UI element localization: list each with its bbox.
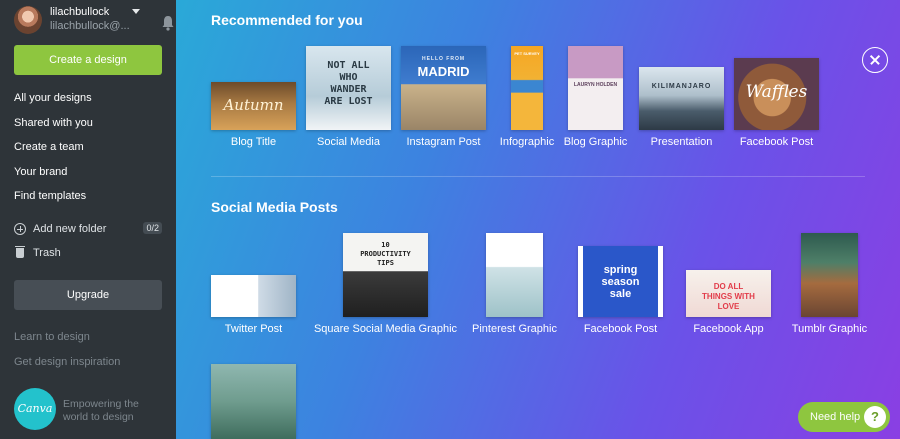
template-label: Pinterest Graphic	[472, 323, 557, 335]
bell-icon[interactable]	[161, 15, 175, 31]
account-email: lilachbullock@...	[50, 20, 130, 32]
thumbnail-text: Waffles	[745, 82, 808, 102]
template-thumbnail: NOT ALL WHO WANDER ARE LOST	[306, 46, 391, 130]
tagline: Empowering the world to design	[63, 398, 139, 423]
thumbnail-text: 10 PRODUCTIVITY TIPS	[360, 241, 411, 267]
trash-icon	[15, 246, 25, 258]
thumbnail-text: Autumn	[223, 96, 284, 114]
thumbnail-text: spring season sale	[601, 264, 640, 300]
sidebar-item-your-brand[interactable]: Your brand	[14, 162, 164, 187]
need-help-label: Need help	[810, 411, 861, 423]
add-folder-button[interactable]: Add new folder 0/2	[14, 222, 162, 238]
template-thumbnail: Waffles	[734, 58, 819, 130]
template-label: Social Media	[317, 136, 380, 148]
recommended-title: Recommended for you	[211, 12, 363, 28]
main-panel: Recommended for you Autumn Blog Title NO…	[176, 0, 900, 439]
template-thumbnail: KILIMANJARO	[639, 67, 724, 130]
template-thumbnail: HELLO FROM MADRID	[401, 46, 486, 130]
trash-label: Trash	[33, 247, 61, 259]
thumbnail-text: NOT ALL WHO WANDER ARE LOST	[324, 60, 373, 107]
learn-to-design-link[interactable]: Learn to design	[14, 331, 90, 343]
template-thumbnail: spring season sale	[578, 246, 663, 317]
template-label: Tumblr Graphic	[791, 323, 868, 335]
plus-circle-icon	[14, 223, 26, 235]
add-folder-label: Add new folder	[33, 223, 107, 235]
template-thumbnail	[486, 233, 543, 317]
canva-logo[interactable]: Canva	[14, 388, 56, 430]
create-design-button[interactable]: Create a design	[14, 45, 162, 75]
need-help-button[interactable]: Need help ?	[798, 402, 890, 432]
design-inspiration-link[interactable]: Get design inspiration	[14, 356, 120, 368]
account-name: lilachbullock	[50, 6, 110, 18]
brand-footer: Canva Empowering the world to design	[14, 388, 164, 430]
thumbnail-text: DO ALL THINGS WITH LOVE	[702, 282, 755, 311]
close-icon[interactable]	[862, 47, 888, 73]
social-media-posts-title: Social Media Posts	[211, 199, 338, 215]
sidebar-item-shared[interactable]: Shared with you	[14, 113, 164, 138]
question-icon: ?	[864, 406, 886, 428]
template-thumbnail: DO ALL THINGS WITH LOVE	[686, 270, 771, 317]
template-label: Facebook Post	[583, 323, 658, 335]
chevron-down-icon[interactable]	[132, 9, 140, 14]
sidebar-item-create-team[interactable]: Create a team	[14, 137, 164, 162]
template-label: Presentation	[650, 136, 713, 148]
sidebar-nav: All your designs Shared with you Create …	[14, 88, 164, 211]
template-label: Twitter Post	[224, 323, 283, 335]
template-thumbnail: LAURYN HOLDEN	[568, 46, 623, 130]
thumbnail-kicker: HELLO FROM	[421, 56, 466, 62]
template-label: Instagram Post	[406, 136, 481, 148]
thumbnail-text: LAURYN HOLDEN	[573, 82, 618, 88]
template-label: Facebook Post	[739, 136, 814, 148]
sidebar-item-all-designs[interactable]: All your designs	[14, 88, 164, 113]
template-thumbnail: 10 PRODUCTIVITY TIPS	[343, 233, 428, 317]
avatar[interactable]	[14, 6, 42, 34]
template-thumbnail	[211, 275, 296, 317]
sidebar: lilachbullock lilachbullock@... Create a…	[0, 0, 176, 439]
account-menu[interactable]: lilachbullock lilachbullock@...	[14, 6, 174, 36]
thumbnail-text: PET SURVEY	[514, 51, 540, 56]
template-thumbnail	[211, 364, 296, 439]
sidebar-item-find-templates[interactable]: Find templates	[14, 186, 164, 211]
template-thumbnail: Autumn	[211, 82, 296, 130]
folder-count-badge: 0/2	[143, 222, 162, 234]
upgrade-button[interactable]: Upgrade	[14, 280, 162, 310]
template-label: Blog Title	[230, 136, 277, 148]
thumbnail-text: KILIMANJARO	[651, 83, 712, 90]
template-label: Facebook App	[693, 323, 764, 335]
template-label: Blog Graphic	[563, 136, 628, 148]
template-label: Square Social Media Graphic	[313, 323, 458, 335]
thumbnail-text: MADRID	[417, 64, 470, 79]
template-thumbnail	[801, 233, 858, 317]
section-divider	[211, 176, 865, 177]
template-thumbnail: PET SURVEY	[511, 46, 543, 130]
